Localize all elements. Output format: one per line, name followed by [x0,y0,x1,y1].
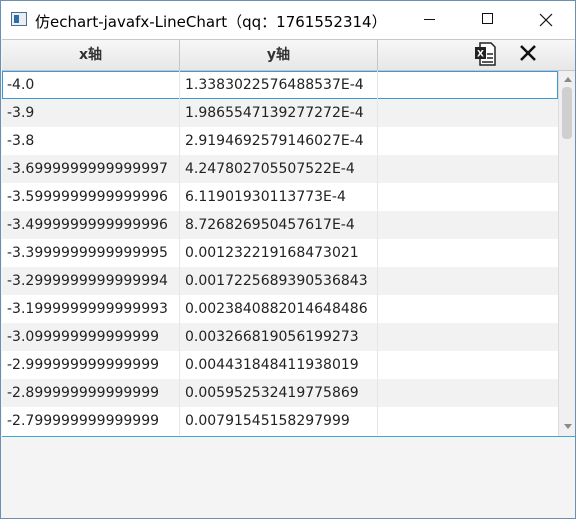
table-header: x轴 y轴 X [2,40,575,71]
table-cell-y[interactable]: 0.004431848411938019 [180,351,378,379]
table-cell-y[interactable]: 0.005952532419775869 [180,379,378,407]
minimize-button[interactable] [401,1,459,39]
table-row[interactable]: -3.6999999999999997 4.247802705507522E-4 [2,155,558,183]
column-header-y[interactable]: y轴 [180,40,378,70]
scroll-up-arrow-icon[interactable] [564,77,572,82]
table-cell-x[interactable]: -3.4999999999999996 [2,211,180,239]
scroll-down-arrow-icon[interactable] [564,424,572,429]
table-cell-y[interactable]: 0.00791545158297999 [180,407,378,435]
table-cell-y[interactable]: 1.3383022576488537E-4 [180,71,378,99]
table-cell-z[interactable] [378,407,558,435]
table-cell-y[interactable]: 8.726826950457617E-4 [180,211,378,239]
table-cell-x[interactable]: -3.1999999999999993 [2,295,180,323]
table-row[interactable]: -2.799999999999999 0.00791545158297999 [2,407,558,435]
table-cell-z[interactable] [378,295,558,323]
table-row[interactable]: -3.4999999999999996 8.726826950457617E-4 [2,211,558,239]
table-cell-x[interactable]: -2.899999999999999 [2,379,180,407]
window-close-button[interactable] [517,1,575,39]
table-row[interactable]: -2.899999999999999 0.005952532419775869 [2,379,558,407]
table-cell-x[interactable]: -3.099999999999999 [2,323,180,351]
table-cell-z[interactable] [378,323,558,351]
data-table: x轴 y轴 X -4.0 1.3383022576488537E-4 -3.9 1.9… [2,39,575,437]
excel-export-icon[interactable]: X [474,42,496,66]
table-cell-y[interactable]: 0.0023840882014648486 [180,295,378,323]
table-cell-z[interactable] [378,351,558,379]
table-row[interactable]: -3.8 2.9194692579146027E-4 [2,127,558,155]
table-row[interactable]: -4.0 1.3383022576488537E-4 [2,71,558,99]
table-cell-x[interactable]: -3.2999999999999994 [2,267,180,295]
table-cell-x[interactable]: -2.999999999999999 [2,351,180,379]
table-row[interactable]: -3.099999999999999 0.003266819056199273 [2,323,558,351]
close-icon[interactable] [518,43,538,63]
maximize-button[interactable] [459,1,517,39]
table-cell-y[interactable]: 0.003266819056199273 [180,323,378,351]
table-row[interactable]: -3.3999999999999995 0.001232219168473021 [2,239,558,267]
table-cell-z[interactable] [378,379,558,407]
table-cell-z[interactable] [378,239,558,267]
table-cell-z[interactable] [378,127,558,155]
table-cell-x[interactable]: -4.0 [2,71,180,99]
table-cell-z[interactable] [378,183,558,211]
table-cell-z[interactable] [378,155,558,183]
table-row[interactable]: -3.2999999999999994 0.0017225689390536843 [2,267,558,295]
title-bar[interactable]: 仿echart-javafx-LineChart（qq：1761552314） [1,1,575,39]
table-cell-y[interactable]: 2.9194692579146027E-4 [180,127,378,155]
table-row[interactable]: -3.9 1.9865547139277272E-4 [2,99,558,127]
app-window-icon [11,12,27,26]
table-cell-x[interactable]: -3.8 [2,127,180,155]
table-cell-y[interactable]: 0.0017225689390536843 [180,267,378,295]
table-cell-y[interactable]: 6.11901930113773E-4 [180,183,378,211]
table-cell-z[interactable] [378,267,558,295]
table-cell-x[interactable]: -3.6999999999999997 [2,155,180,183]
table-cell-z[interactable] [378,99,558,127]
window-title: 仿echart-javafx-LineChart（qq：1761552314） [35,13,387,31]
svg-text:X: X [477,50,484,60]
column-header-x[interactable]: x轴 [2,40,180,70]
table-cell-x[interactable]: -3.9 [2,99,180,127]
table-row[interactable]: -3.1999999999999993 0.0023840882014648486 [2,295,558,323]
close-icon [539,13,553,27]
table-cell-x[interactable]: -3.5999999999999996 [2,183,180,211]
table-cell-z[interactable] [378,211,558,239]
table-cell-z[interactable] [378,71,558,99]
table-cell-y[interactable]: 4.247802705507522E-4 [180,155,378,183]
table-row[interactable]: -3.5999999999999996 6.11901930113773E-4 [2,183,558,211]
app-window: 仿echart-javafx-LineChart（qq：1761552314） … [0,0,576,519]
vertical-scrollbar[interactable] [558,71,575,436]
table-cell-x[interactable]: -2.799999999999999 [2,407,180,435]
table-row[interactable]: -2.999999999999999 0.004431848411938019 [2,351,558,379]
scroll-thumb[interactable] [562,87,572,139]
table-cell-y[interactable]: 1.9865547139277272E-4 [180,99,378,127]
maximize-icon [482,13,493,24]
table-cell-x[interactable]: -3.3999999999999995 [2,239,180,267]
minimize-icon [424,19,435,20]
table-cell-y[interactable]: 0.001232219168473021 [180,239,378,267]
